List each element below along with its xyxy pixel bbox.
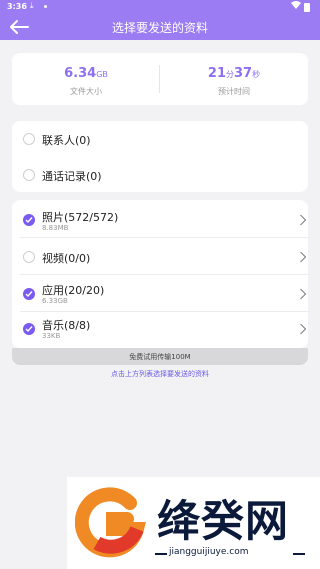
list-item-size: 33KB — [42, 332, 61, 340]
notification-dot-icon — [44, 5, 47, 8]
checked-checkbox-icon[interactable] — [23, 323, 35, 335]
unchecked-radio-icon[interactable] — [23, 133, 35, 145]
chevron-right-icon[interactable] — [299, 214, 307, 226]
media-card: 照片(572/572) 8.83MB 视频(0/0) 应用(20/20) 6.3… — [12, 200, 310, 348]
nav-bar: 选择要发送的资料 — [0, 14, 320, 40]
battery-icon — [304, 3, 310, 12]
list-item-label: 照片(572/572) — [42, 211, 119, 224]
chevron-right-icon[interactable] — [299, 288, 307, 300]
list-item-music[interactable]: 音乐(8/8) 33KB — [12, 312, 308, 348]
list-item-label: 通话记录(0) — [42, 170, 102, 183]
watermark-url: jiangguijiuye.com — [169, 547, 249, 557]
list-item-label: 视频(0/0) — [42, 252, 91, 265]
watermark-logo-icon — [75, 487, 146, 558]
status-time: 3:36 — [7, 2, 27, 11]
list-item-size: 8.83MB — [42, 224, 69, 232]
estimated-time-summary: 21分37秒 预计时间 — [160, 53, 308, 105]
selection-hint: 点击上方列表选择要发送的资料 — [111, 370, 209, 378]
list-item-photos[interactable]: 照片(572/572) 8.83MB — [12, 200, 308, 237]
estimated-time-label: 预计时间 — [218, 87, 250, 96]
unchecked-radio-icon[interactable] — [23, 251, 35, 263]
divider — [155, 553, 167, 555]
trial-banner: 免费试用传输100M — [12, 348, 308, 365]
wifi-icon — [291, 1, 301, 12]
page-title: 选择要发送的资料 — [111, 21, 208, 35]
file-size-label: 文件大小 — [70, 87, 102, 96]
unchecked-radio-icon[interactable] — [23, 169, 35, 181]
list-item-call-log[interactable]: 通话记录(0) — [12, 157, 308, 192]
download-icon: ⤓ — [30, 1, 34, 10]
transfer-summary-card: 6.34GB 文件大小 21分37秒 预计时间 — [12, 53, 308, 105]
chevron-right-icon[interactable] — [299, 251, 307, 263]
list-item-apps[interactable]: 应用(20/20) 6.33GB — [12, 275, 308, 311]
file-size-value: 6.34GB — [64, 66, 108, 81]
list-item-size: 6.33GB — [42, 297, 68, 305]
watermark: 绛癸网 jiangguijiuye.com — [67, 477, 320, 569]
contacts-card: 联系人(0) 通话记录(0) — [12, 121, 308, 192]
list-item-label: 音乐(8/8) — [42, 319, 91, 332]
divider — [293, 553, 305, 555]
list-item-videos[interactable]: 视频(0/0) — [12, 238, 308, 273]
checked-checkbox-icon[interactable] — [23, 214, 35, 226]
file-size-summary: 6.34GB 文件大小 — [12, 53, 160, 105]
estimated-time-value: 21分37秒 — [207, 66, 261, 81]
chevron-right-icon[interactable] — [299, 323, 307, 335]
list-item-label: 联系人(0) — [42, 134, 91, 147]
list-item-label: 应用(20/20) — [42, 284, 105, 297]
watermark-name: 绛癸网 — [157, 497, 289, 547]
list-item-contacts[interactable]: 联系人(0) — [12, 121, 308, 156]
checked-checkbox-icon[interactable] — [23, 288, 35, 300]
status-bar: 3:36 ⤓ — [0, 0, 320, 14]
